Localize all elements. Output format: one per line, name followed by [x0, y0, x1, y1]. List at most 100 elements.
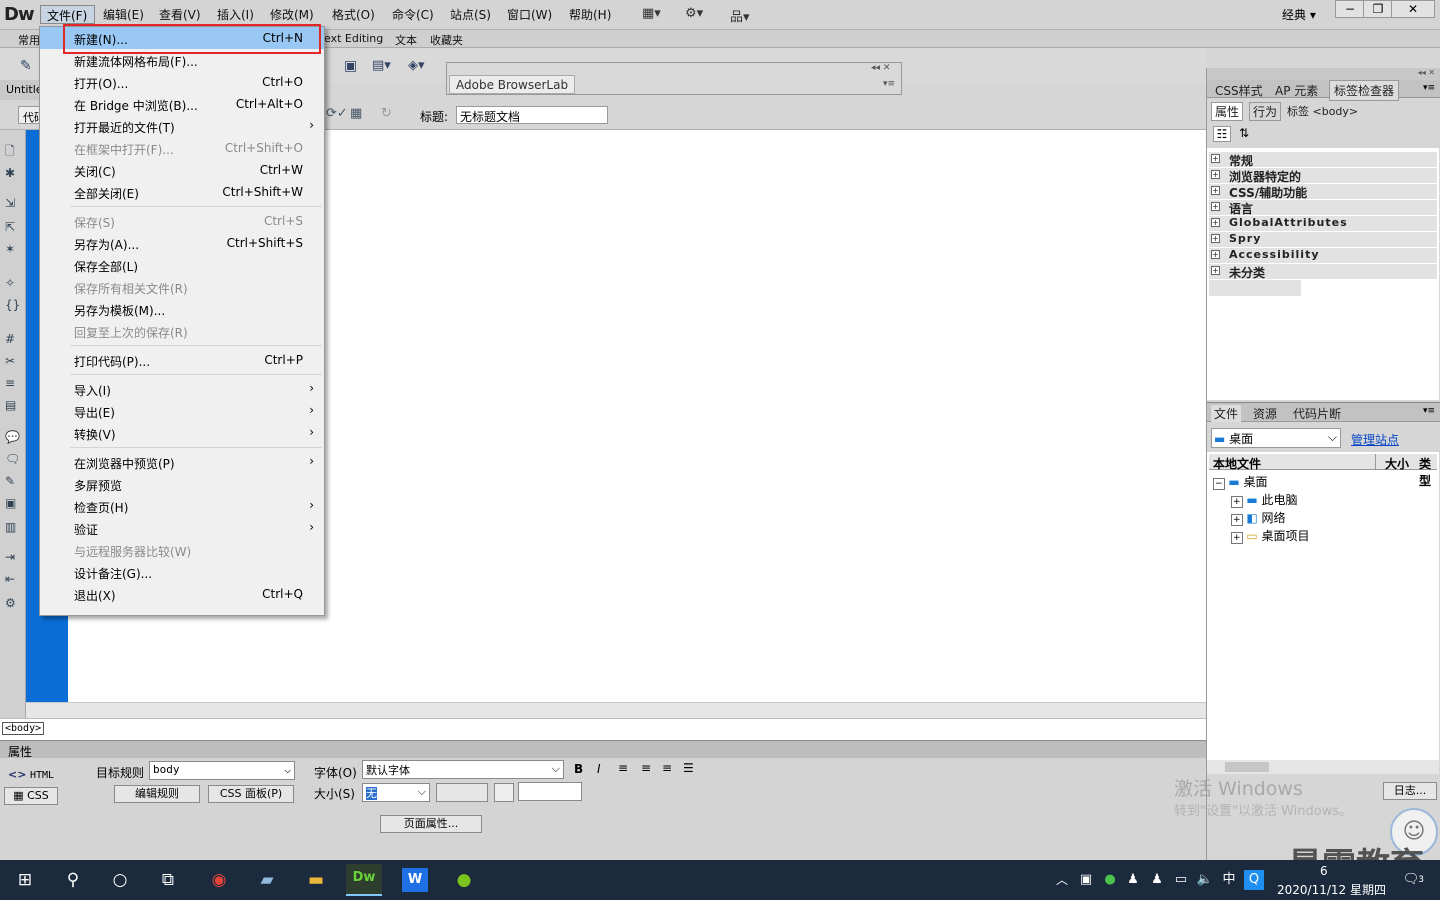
css-mode-button[interactable]: ▦ CSS	[4, 787, 58, 805]
collapse-icon[interactable]: ◂◂ ✕	[871, 63, 890, 73]
panel-options-icon[interactable]: ▾≡	[1423, 406, 1435, 416]
syntax-coloring-icon[interactable]: ▤	[5, 398, 16, 412]
tab-css-styles[interactable]: CSS样式	[1215, 82, 1263, 99]
file-menu-item[interactable]: 检查页(H) ›	[40, 495, 324, 517]
log-button[interactable]: 日志...	[1383, 782, 1437, 800]
file-menu-item[interactable]: 保存全部(L)	[40, 254, 324, 276]
wrap-tag-icon[interactable]: ✎	[5, 474, 15, 488]
search-icon[interactable]: ⚲	[60, 868, 86, 892]
file-menu-item[interactable]: 验证 ›	[40, 517, 324, 539]
tag-selector-body[interactable]: <body>	[2, 722, 45, 735]
collapse-icon[interactable]: ◂◂ ✕	[1418, 68, 1435, 77]
expand-all-icon[interactable]: ✶	[5, 242, 15, 256]
align-center-icon[interactable]: ≡	[641, 761, 651, 775]
recent-snippets-icon[interactable]: ▣	[5, 496, 16, 510]
sort-az-icon[interactable]: ⇅	[1239, 126, 1249, 140]
file-menu-item[interactable]: 关闭(C) Ctrl+W	[40, 159, 324, 181]
menu-help[interactable]: 帮助(H)	[569, 6, 611, 23]
start-icon[interactable]: ⊞	[12, 868, 38, 892]
menu-edit[interactable]: 编辑(E)	[103, 6, 144, 23]
move-css-icon[interactable]: ▥	[5, 520, 16, 534]
format-source-icon[interactable]: ⚙	[5, 596, 16, 610]
file-menu-item[interactable]: 导出(E) ›	[40, 400, 324, 422]
qq-browser-icon[interactable]: Q	[1244, 870, 1264, 890]
italic-icon[interactable]: I	[597, 762, 601, 776]
manage-sites-link[interactable]: 管理站点	[1351, 431, 1399, 448]
horizontal-scrollbar[interactable]	[26, 702, 1206, 718]
word-wrap-icon[interactable]: ≡	[5, 376, 15, 390]
align-right-icon[interactable]: ≡	[662, 761, 672, 775]
file-tree-scrollbar[interactable]	[1207, 760, 1439, 774]
file-menu-item[interactable]: 打开(O)... Ctrl+O	[40, 71, 324, 93]
file-menu-item[interactable]: 另存为模板(M)...	[40, 298, 324, 320]
menu-site[interactable]: 站点(S)	[450, 6, 491, 23]
file-menu-item[interactable]: 打开最近的文件(T) ›	[40, 115, 324, 137]
menu-modify[interactable]: 修改(M)	[270, 6, 314, 23]
file-menu-item[interactable]: 退出(X) Ctrl+Q	[40, 583, 324, 605]
category-uncategorized[interactable]: + 未分类	[1209, 264, 1437, 280]
indent-icon[interactable]: ⇥	[5, 550, 15, 564]
file-menu-item[interactable]: 另存为(A)... Ctrl+Shift+S	[40, 232, 324, 254]
gear-icon[interactable]: ⚙▾	[685, 6, 703, 21]
tray-chevron-icon[interactable]: ︿	[1049, 868, 1075, 892]
menu-insert[interactable]: 插入(I)	[217, 6, 254, 23]
minimize-button[interactable]: −	[1335, 0, 1365, 18]
category-global-attributes[interactable]: + GlobalAttributes	[1209, 216, 1437, 232]
category-view-icon[interactable]: ☷	[1213, 126, 1231, 142]
panel-options-icon[interactable]: ▾≡	[1423, 83, 1435, 93]
restore-button[interactable]: ❐	[1363, 0, 1393, 18]
document-tab[interactable]: Untitle	[0, 80, 44, 100]
file-menu-item[interactable]: 设计备注(G)...	[40, 561, 324, 583]
balance-braces-icon[interactable]: {}	[5, 298, 20, 312]
show-code-navigator-icon[interactable]: ✱	[5, 166, 15, 180]
volume-icon[interactable]: 🔈	[1192, 868, 1218, 892]
widget-icon[interactable]: ◈▾	[408, 58, 425, 73]
collapse-selection-icon[interactable]: ⇱	[5, 220, 15, 234]
layout-icon[interactable]: ▦▾	[642, 6, 661, 21]
file-menu-item[interactable]: 全部关闭(E) Ctrl+Shift+W	[40, 181, 324, 203]
insert-tab-text[interactable]: 文本	[395, 32, 417, 48]
site-icon[interactable]: 品▾	[730, 6, 750, 25]
highlight-invalid-icon[interactable]: ✂	[5, 354, 15, 368]
app-green-icon[interactable]: ●	[451, 868, 477, 892]
network-tray-icon[interactable]: ▭	[1168, 868, 1194, 892]
media-icon[interactable]: ▤▾	[372, 58, 391, 73]
tab-snippets[interactable]: 代码片断	[1293, 405, 1341, 422]
outdent-icon[interactable]: ⇤	[5, 572, 15, 586]
tab-ap-elements[interactable]: AP 元素	[1275, 82, 1318, 99]
scrollbar-thumb[interactable]	[1225, 762, 1269, 772]
clock-date[interactable]: 2020/11/12 星期四	[1277, 881, 1386, 898]
size-select[interactable]: 无 ⌵	[362, 783, 430, 802]
open-documents-icon[interactable]: 🗋	[5, 142, 15, 163]
tab-files[interactable]: 文件	[1211, 405, 1242, 422]
title-input[interactable]: 无标题文档	[456, 106, 608, 124]
tree-item-network[interactable]: + ◧ 网络	[1231, 509, 1286, 526]
tab-behaviors[interactable]: 行为	[1249, 102, 1282, 121]
insert-tab-common[interactable]: 常用	[18, 32, 40, 48]
tree-item-this-pc[interactable]: + ▬ 此电脑	[1231, 491, 1298, 508]
close-button[interactable]: ✕	[1391, 0, 1435, 18]
menu-view[interactable]: 查看(V)	[159, 6, 201, 23]
category-css-accessibility[interactable]: + CSS/辅助功能	[1209, 184, 1437, 200]
notepad-icon[interactable]: ▰	[254, 868, 280, 892]
tray-app-icon[interactable]: ▣	[1073, 868, 1099, 892]
file-menu-item[interactable]: 在浏览器中预览(P) ›	[40, 451, 324, 473]
explorer-icon[interactable]: ▬	[303, 868, 329, 892]
select-parent-tag-icon[interactable]: ✧	[5, 276, 15, 290]
page-properties-button[interactable]: 页面属性...	[380, 815, 482, 833]
menu-format[interactable]: 格式(O)	[332, 6, 375, 23]
file-menu-item[interactable]: 在 Bridge 中浏览(B)... Ctrl+Alt+O	[40, 93, 324, 115]
dreamweaver-taskbar-icon[interactable]: Dw	[346, 864, 382, 896]
hyperlink-icon[interactable]: ✎	[20, 58, 32, 74]
site-select[interactable]: ▬ 桌面 ⌵	[1211, 428, 1341, 448]
collapse-tag-icon[interactable]: ⇲	[5, 196, 15, 210]
file-menu-item[interactable]: 导入(I) ›	[40, 378, 324, 400]
col-type[interactable]: 类型	[1419, 455, 1437, 489]
ime-indicator[interactable]: 中	[1216, 868, 1242, 892]
category-language[interactable]: + 语言	[1209, 200, 1437, 216]
tab-attributes[interactable]: 属性	[1211, 102, 1244, 121]
font-select[interactable]: 默认字体 ⌵	[362, 760, 564, 779]
line-numbers-icon[interactable]: #	[5, 332, 15, 346]
align-left-icon[interactable]: ≡	[618, 761, 628, 775]
qq-icon[interactable]: ♟	[1120, 868, 1146, 892]
